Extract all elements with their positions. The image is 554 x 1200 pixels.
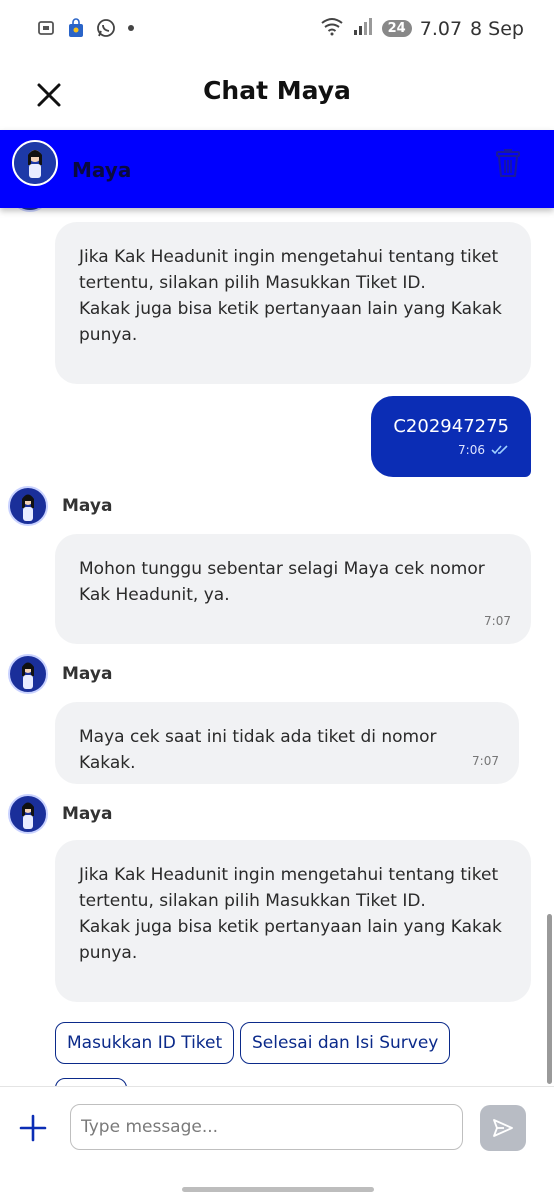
signal-icon bbox=[352, 16, 374, 41]
maya-avatar-partial bbox=[10, 208, 50, 212]
user-message: C202947275 7:06 bbox=[371, 396, 531, 477]
message-time: 7:07 bbox=[472, 754, 499, 768]
bot-message: Mohon tunggu sebentar selagi Maya cek no… bbox=[55, 534, 531, 644]
quick-reply-partial[interactable] bbox=[55, 1078, 127, 1086]
maya-avatar bbox=[12, 140, 58, 186]
notification-icons bbox=[36, 18, 134, 38]
clock-time: 7.07 bbox=[419, 17, 463, 40]
double-check-icon bbox=[491, 445, 508, 455]
bot-message: Jika Kak Headunit ingin mengetahui tenta… bbox=[55, 222, 531, 384]
avatar bbox=[10, 208, 50, 212]
sender-name: Maya bbox=[62, 496, 113, 516]
message-sender: Maya bbox=[8, 654, 112, 694]
send-button[interactable] bbox=[480, 1105, 526, 1151]
page-title: Chat Maya bbox=[203, 76, 351, 105]
bot-message: Jika Kak Headunit ingin mengetahui tenta… bbox=[55, 840, 531, 1002]
message-time: 7:07 bbox=[484, 614, 511, 628]
attach-button[interactable] bbox=[18, 1113, 48, 1143]
maya-avatar bbox=[8, 794, 48, 834]
wifi-icon bbox=[320, 16, 344, 41]
message-sender: Maya bbox=[8, 486, 112, 526]
trash-icon bbox=[496, 149, 520, 177]
sender-name: Maya bbox=[62, 664, 113, 684]
maya-avatar bbox=[8, 486, 48, 526]
message-text: Mohon tunggu sebentar selagi Maya cek no… bbox=[79, 559, 485, 605]
sender-name: Maya bbox=[62, 804, 113, 824]
whatsapp-icon bbox=[96, 18, 116, 38]
message-sender: Maya bbox=[8, 794, 112, 834]
message-text: C202947275 bbox=[393, 416, 509, 437]
quick-reply-masukkan-id-tiket[interactable]: Masukkan ID Tiket bbox=[55, 1022, 235, 1064]
message-time: 7:06 bbox=[458, 443, 485, 457]
message-input[interactable] bbox=[70, 1104, 463, 1150]
chat-thread[interactable]: Jika Kak Headunit ingin mengetahui tenta… bbox=[0, 208, 554, 1086]
app-header: Chat Maya bbox=[0, 58, 554, 130]
chat-scrollbar[interactable] bbox=[547, 914, 552, 1084]
message-text: Maya cek saat ini tidak ada tiket di nom… bbox=[79, 727, 437, 773]
chat-banner: Maya bbox=[0, 130, 554, 208]
screenshot-icon bbox=[36, 18, 56, 38]
plus-icon bbox=[19, 1114, 47, 1142]
shopping-bag-icon bbox=[66, 18, 86, 38]
send-icon bbox=[493, 1119, 513, 1137]
home-indicator[interactable] bbox=[182, 1187, 374, 1192]
quick-reply-selesai-survey[interactable]: Selesai dan Isi Survey bbox=[240, 1022, 451, 1064]
battery-level: 24 bbox=[381, 20, 412, 37]
message-composer bbox=[0, 1086, 554, 1162]
delete-chat-button[interactable] bbox=[494, 148, 522, 178]
message-text: Jika Kak Headunit ingin mengetahui tenta… bbox=[79, 247, 502, 345]
status-bar: 24 7.07 8 Sep bbox=[0, 0, 554, 58]
clock-date: 8 Sep bbox=[470, 17, 524, 40]
more-notifications-icon bbox=[128, 25, 134, 31]
banner-name: Maya bbox=[72, 158, 132, 182]
bot-message: Maya cek saat ini tidak ada tiket di nom… bbox=[55, 702, 519, 784]
system-status: 24 7.07 8 Sep bbox=[320, 16, 524, 41]
message-meta: 7:06 bbox=[393, 443, 509, 457]
maya-avatar bbox=[8, 654, 48, 694]
message-text: Jika Kak Headunit ingin mengetahui tenta… bbox=[79, 865, 502, 963]
